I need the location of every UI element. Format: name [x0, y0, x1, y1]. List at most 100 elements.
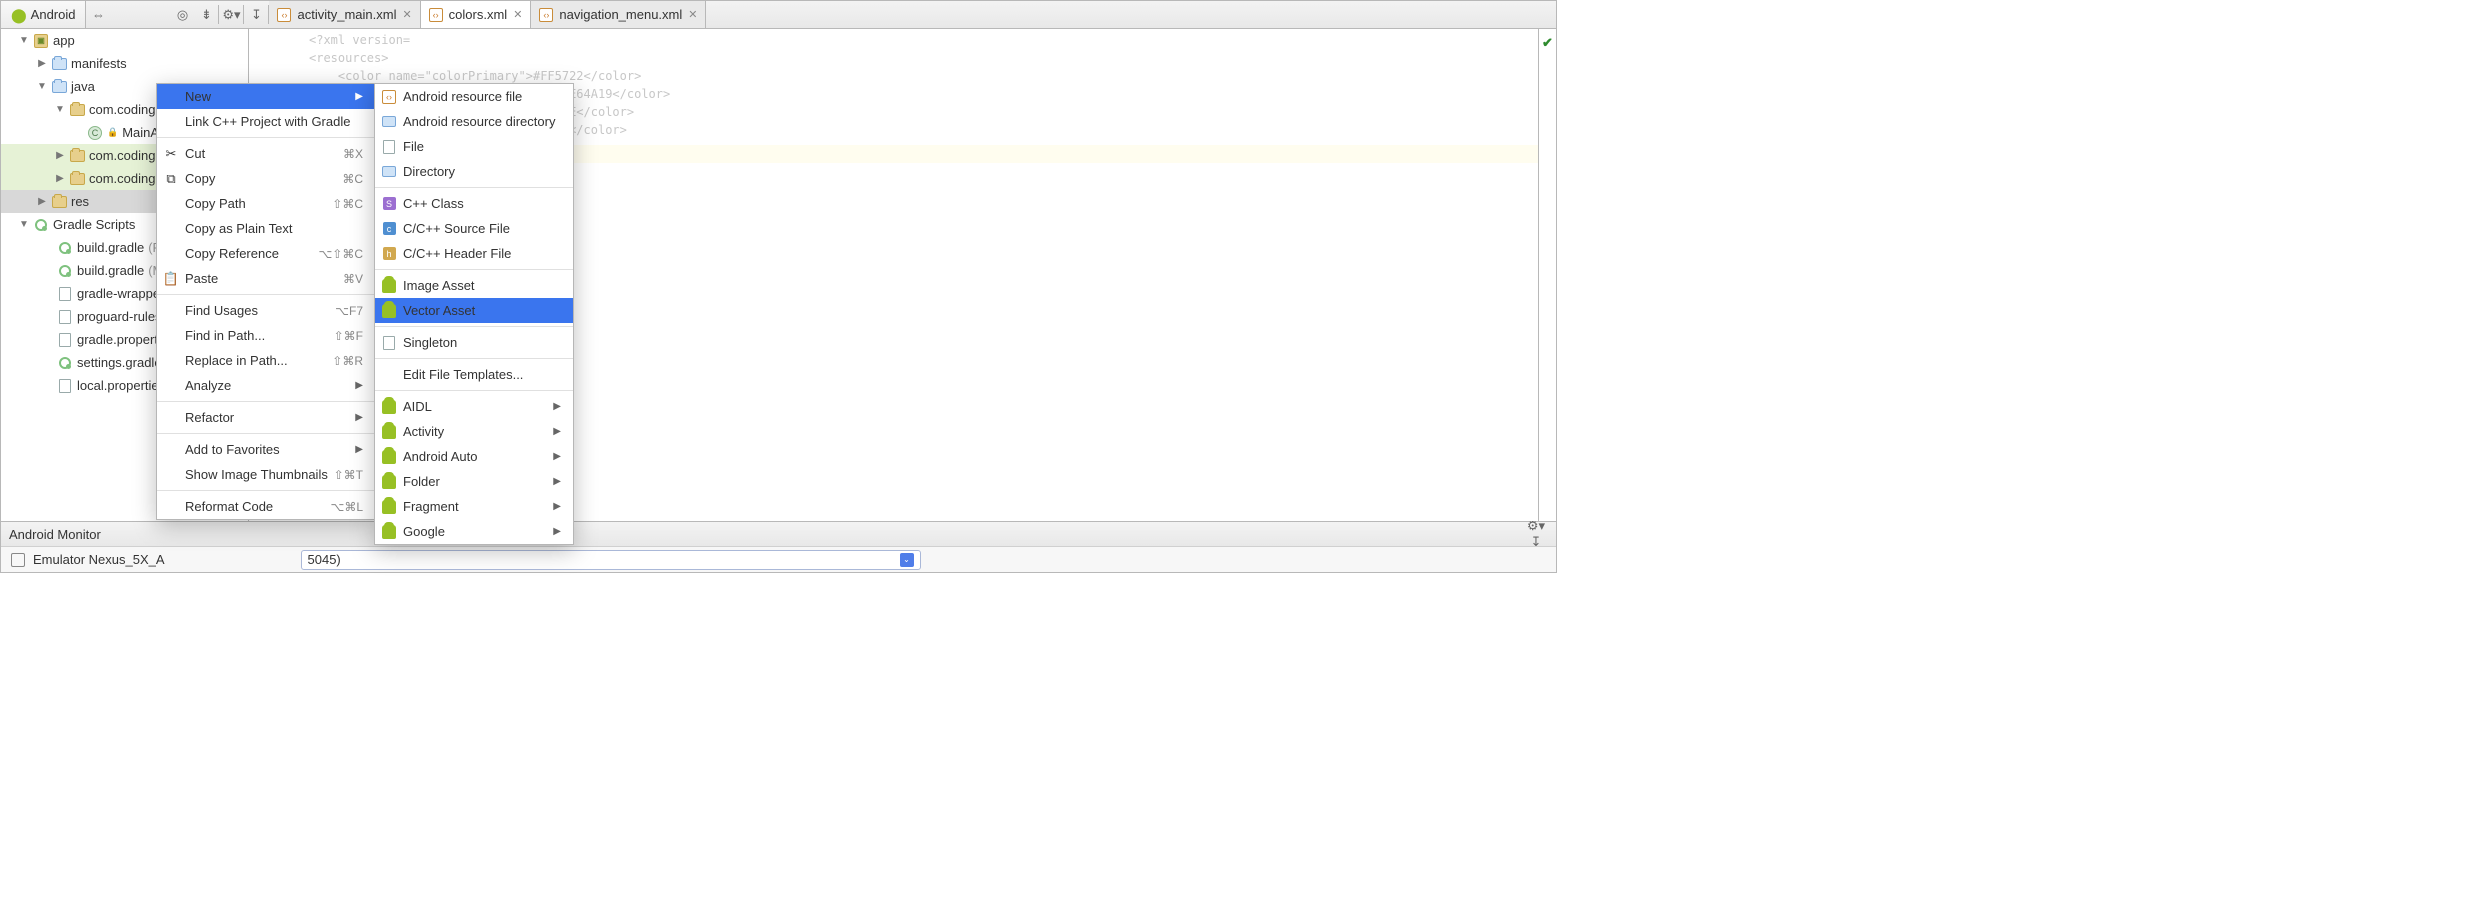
menu-item[interactable]: Folder [375, 469, 573, 494]
tree-label: settings.gradle [77, 355, 162, 370]
menu-item[interactable]: Singleton [375, 330, 573, 355]
menu-separator [375, 326, 573, 327]
menu-shortcut: ⌘X [343, 147, 363, 161]
menu-item-icon: h [381, 246, 397, 262]
menu-item[interactable]: Android Auto [375, 444, 573, 469]
menu-item[interactable]: Fragment [375, 494, 573, 519]
menu-item[interactable]: Refactor [157, 405, 375, 430]
menu-item[interactable]: Copy Path ⇧⌘C [157, 191, 375, 216]
menu-item[interactable]: Activity [375, 419, 573, 444]
menu-item[interactable]: ✂ Cut ⌘X [157, 141, 375, 166]
tree-item[interactable]: ▣ app [1, 29, 248, 52]
menu-item-label: Activity [403, 424, 444, 439]
menu-item[interactable]: Analyze [157, 373, 375, 398]
menu-item[interactable]: Android resource file [375, 84, 573, 109]
tree-label: java [71, 79, 95, 94]
menu-item[interactable]: ⧉ Copy ⌘C [157, 166, 375, 191]
menu-item[interactable]: Vector Asset [375, 298, 573, 323]
menu-item[interactable]: Edit File Templates... [375, 362, 573, 387]
menu-separator [375, 269, 573, 270]
submenu-arrow-icon [355, 444, 363, 455]
collapse-all-icon[interactable]: ⇟ [194, 1, 218, 28]
tree-item[interactable]: manifests [1, 52, 248, 75]
menu-item[interactable]: New [157, 84, 375, 109]
menu-item[interactable]: h C/C++ Header File [375, 241, 573, 266]
tree-arrow-icon[interactable] [19, 219, 29, 230]
menu-item-icon [163, 114, 179, 130]
menu-item[interactable]: File [375, 134, 573, 159]
tree-arrow-icon[interactable] [37, 196, 47, 207]
device-label: Emulator Nexus_5X_A [33, 552, 165, 567]
menu-item-label: Cut [185, 146, 205, 161]
tool-window-tab[interactable]: Android Monitor [9, 527, 101, 542]
menu-item-icon [381, 499, 397, 515]
bottom-toolbar: Android Monitor ⚙▾ ↧ [1, 521, 1556, 546]
tree-arrow-icon[interactable] [55, 150, 65, 161]
menu-item-icon [381, 89, 397, 105]
menu-item-label: C++ Class [403, 196, 464, 211]
submenu-arrow-icon [553, 451, 561, 462]
menu-shortcut: ⇧⌘F [334, 329, 363, 343]
hide-icon[interactable]: ↧ [244, 1, 268, 28]
menu-item-icon [381, 367, 397, 383]
menu-item[interactable]: c C/C++ Source File [375, 216, 573, 241]
menu-item[interactable]: Image Asset [375, 273, 573, 298]
editor-tab[interactable]: colors.xml ✕ [421, 1, 532, 28]
menu-item[interactable]: Link C++ Project with Gradle [157, 109, 375, 134]
tree-arrow-icon[interactable] [37, 58, 47, 69]
tab-label: navigation_menu.xml [559, 7, 682, 22]
gear-icon[interactable]: ⚙▾ [219, 1, 243, 28]
menu-item-label: Android Auto [403, 449, 477, 464]
menu-item[interactable]: Find in Path... ⇧⌘F [157, 323, 375, 348]
tree-label: res [71, 194, 89, 209]
menu-item-icon [381, 424, 397, 440]
menu-item-label: Edit File Templates... [403, 367, 523, 382]
context-menu: New Link C++ Project with Gradle ✂ Cut ⌘… [156, 83, 376, 520]
close-icon[interactable]: ✕ [688, 8, 697, 21]
tree-arrow-icon[interactable] [55, 173, 65, 184]
submenu-arrow-icon [355, 91, 363, 102]
menu-item[interactable]: Find Usages ⌥F7 [157, 298, 375, 323]
menu-item[interactable]: Copy as Plain Text [157, 216, 375, 241]
view-selector-label: Android [31, 7, 76, 22]
menu-item-label: Copy [185, 171, 215, 186]
collapse-expand-icon[interactable]: ⇔ [86, 1, 110, 28]
close-icon[interactable]: ✕ [513, 8, 522, 21]
view-selector[interactable]: ⬤ Android [1, 1, 86, 28]
menu-item-icon [163, 89, 179, 105]
menu-item-icon [163, 378, 179, 394]
device-row: Emulator Nexus_5X_A 5045) ⌄ [1, 546, 1556, 572]
close-icon[interactable]: ✕ [402, 8, 411, 21]
menu-item[interactable]: Directory [375, 159, 573, 184]
menu-item[interactable]: Android resource directory [375, 109, 573, 134]
submenu-arrow-icon [553, 401, 561, 412]
xml-icon [539, 8, 553, 22]
tree-node-icon [69, 102, 85, 118]
menu-item[interactable]: Show Image Thumbnails ⇧⌘T [157, 462, 375, 487]
tree-label: Gradle Scripts [53, 217, 135, 232]
tree-node-icon [51, 79, 67, 95]
tree-arrow-icon[interactable] [19, 35, 29, 46]
menu-item[interactable]: 📋 Paste ⌘V [157, 266, 375, 291]
menu-item-label: New [185, 89, 211, 104]
tree-arrow-icon[interactable] [55, 104, 65, 115]
menu-separator [157, 294, 375, 295]
chevron-down-icon[interactable]: ⌄ [900, 553, 914, 567]
menu-item-icon [163, 196, 179, 212]
tree-arrow-icon[interactable] [37, 81, 47, 92]
process-suffix: 5045) [308, 552, 341, 567]
menu-shortcut: ⌥⇧⌘C [318, 247, 363, 261]
menu-item[interactable]: Replace in Path... ⇧⌘R [157, 348, 375, 373]
menu-item[interactable]: AIDL [375, 394, 573, 419]
menu-item[interactable]: Google [375, 519, 573, 544]
process-selector[interactable]: 5045) ⌄ [301, 550, 921, 570]
menu-item[interactable]: Add to Favorites [157, 437, 375, 462]
menu-item[interactable]: Copy Reference ⌥⇧⌘C [157, 241, 375, 266]
tab-label: activity_main.xml [297, 7, 396, 22]
menu-item-icon [381, 303, 397, 319]
menu-item[interactable]: S C++ Class [375, 191, 573, 216]
editor-tab[interactable]: navigation_menu.xml ✕ [531, 1, 706, 28]
editor-tab[interactable]: activity_main.xml ✕ [269, 1, 420, 28]
menu-item[interactable]: Reformat Code ⌥⌘L [157, 494, 375, 519]
target-icon[interactable]: ◎ [170, 1, 194, 28]
